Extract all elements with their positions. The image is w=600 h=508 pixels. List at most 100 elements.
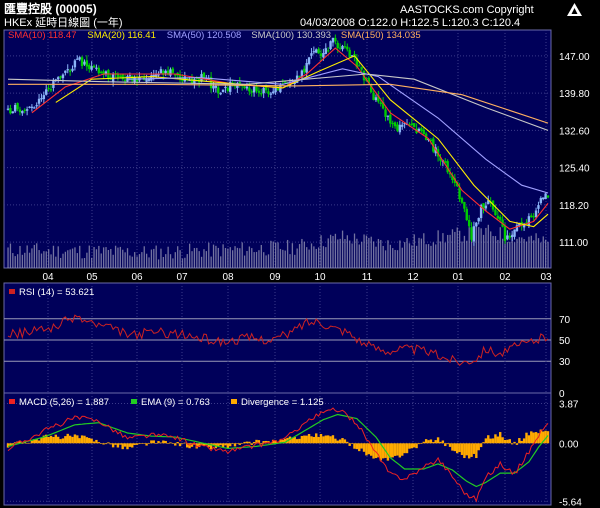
rsi-legend-swatch [9,289,15,294]
candle-body [217,87,220,94]
volume-bar [346,235,348,268]
divergence-bar [123,443,127,447]
volume-bar [294,254,296,268]
volume-bar [344,239,346,268]
divergence-bar [183,442,187,444]
volume-bar [298,244,301,268]
volume-bar [38,250,40,268]
candle-body [171,68,175,73]
candle-body [221,89,225,93]
candle-body [530,215,533,218]
macd-y-tick-label: -5.64 [559,497,582,508]
volume-bar [315,248,317,268]
divergence-bar [412,443,416,448]
candle-body [386,115,390,117]
divergence-bar [326,435,330,444]
divergence-bar [530,431,533,444]
volume-bar [88,245,90,268]
divergence-bar [248,441,251,444]
divergence-bar [338,439,342,444]
volume-bar [411,245,413,268]
volume-bar [499,227,501,268]
divergence-bar [398,443,402,458]
divergence-bar [522,438,526,444]
volume-bar [470,237,473,268]
volume-bar [351,243,353,268]
candle-body [331,37,335,43]
divergence-bar [417,443,421,445]
divergence-bar [386,443,390,461]
volume-bar [435,244,437,268]
divergence-bar [52,436,55,444]
volume-bar [375,246,377,268]
volume-bar [332,236,334,268]
volume-bar [502,238,504,268]
candle-body [190,78,194,84]
volume-bar [454,231,456,268]
volume-bar [157,259,160,268]
volume-bar [537,238,540,268]
divergence-bar [453,443,457,452]
divergence-bar [348,443,351,446]
divergence-bar [135,443,139,445]
macd-legend-label: EMA (9) = 0.763 [141,397,210,408]
divergence-bar [350,443,354,444]
candle-body [348,49,351,58]
divergence-bar [355,443,359,450]
volume-bar [265,255,267,268]
candle-body [470,227,473,240]
sma-legend-label: SMA(100) 130.393 [251,30,331,41]
macd-legend-swatch [9,399,15,404]
candle-body [283,81,287,83]
candle-body [272,91,275,94]
volume-bar [9,243,12,268]
volume-bar [40,253,43,268]
candle-body [401,124,404,127]
divergence-bar [30,440,34,444]
candle-body [276,88,280,91]
volume-bar [100,253,102,268]
volume-bar [107,250,110,268]
divergence-bar [506,439,509,444]
divergence-bar [331,435,335,444]
divergence-bar [465,443,468,456]
sma-legend-label: SMA(50) 120.508 [167,30,241,41]
candle-body [33,107,36,109]
volume-bar [114,245,117,268]
divergence-bar [293,437,296,444]
candle-body [499,216,502,220]
candle-body [412,123,416,128]
candle-body [59,76,62,78]
volume-bar [33,244,35,268]
divergence-bar [393,443,397,456]
volume-bar [160,248,162,268]
divergence-bar [243,441,246,444]
divergence-bar [54,434,57,444]
volume-bar [286,239,289,268]
x-tick-label: 10 [314,272,326,283]
candle-body [477,218,480,222]
candle-body [164,70,167,74]
volume-bar [341,230,344,268]
candle-body [534,210,538,217]
volume-bar [117,247,119,268]
volume-bar [456,227,458,268]
divergence-bar [410,443,414,449]
candle-body [508,235,511,238]
candle-body [334,37,337,42]
divergence-bar [119,443,122,445]
candle-body [396,124,399,131]
volume-bar [179,250,181,268]
macd-legend-label: Divergence = 1.125 [241,397,324,408]
volume-bar [215,245,217,268]
volume-bar [227,248,229,268]
volume-bar [384,250,387,268]
candle-body [460,198,464,203]
volume-bar [186,254,188,268]
x-tick-label: 04 [42,272,54,283]
candle-body [71,68,74,71]
volume-bar [509,241,511,268]
divergence-bar [346,441,349,444]
candle-body [322,53,325,58]
volume-bar [12,253,14,268]
